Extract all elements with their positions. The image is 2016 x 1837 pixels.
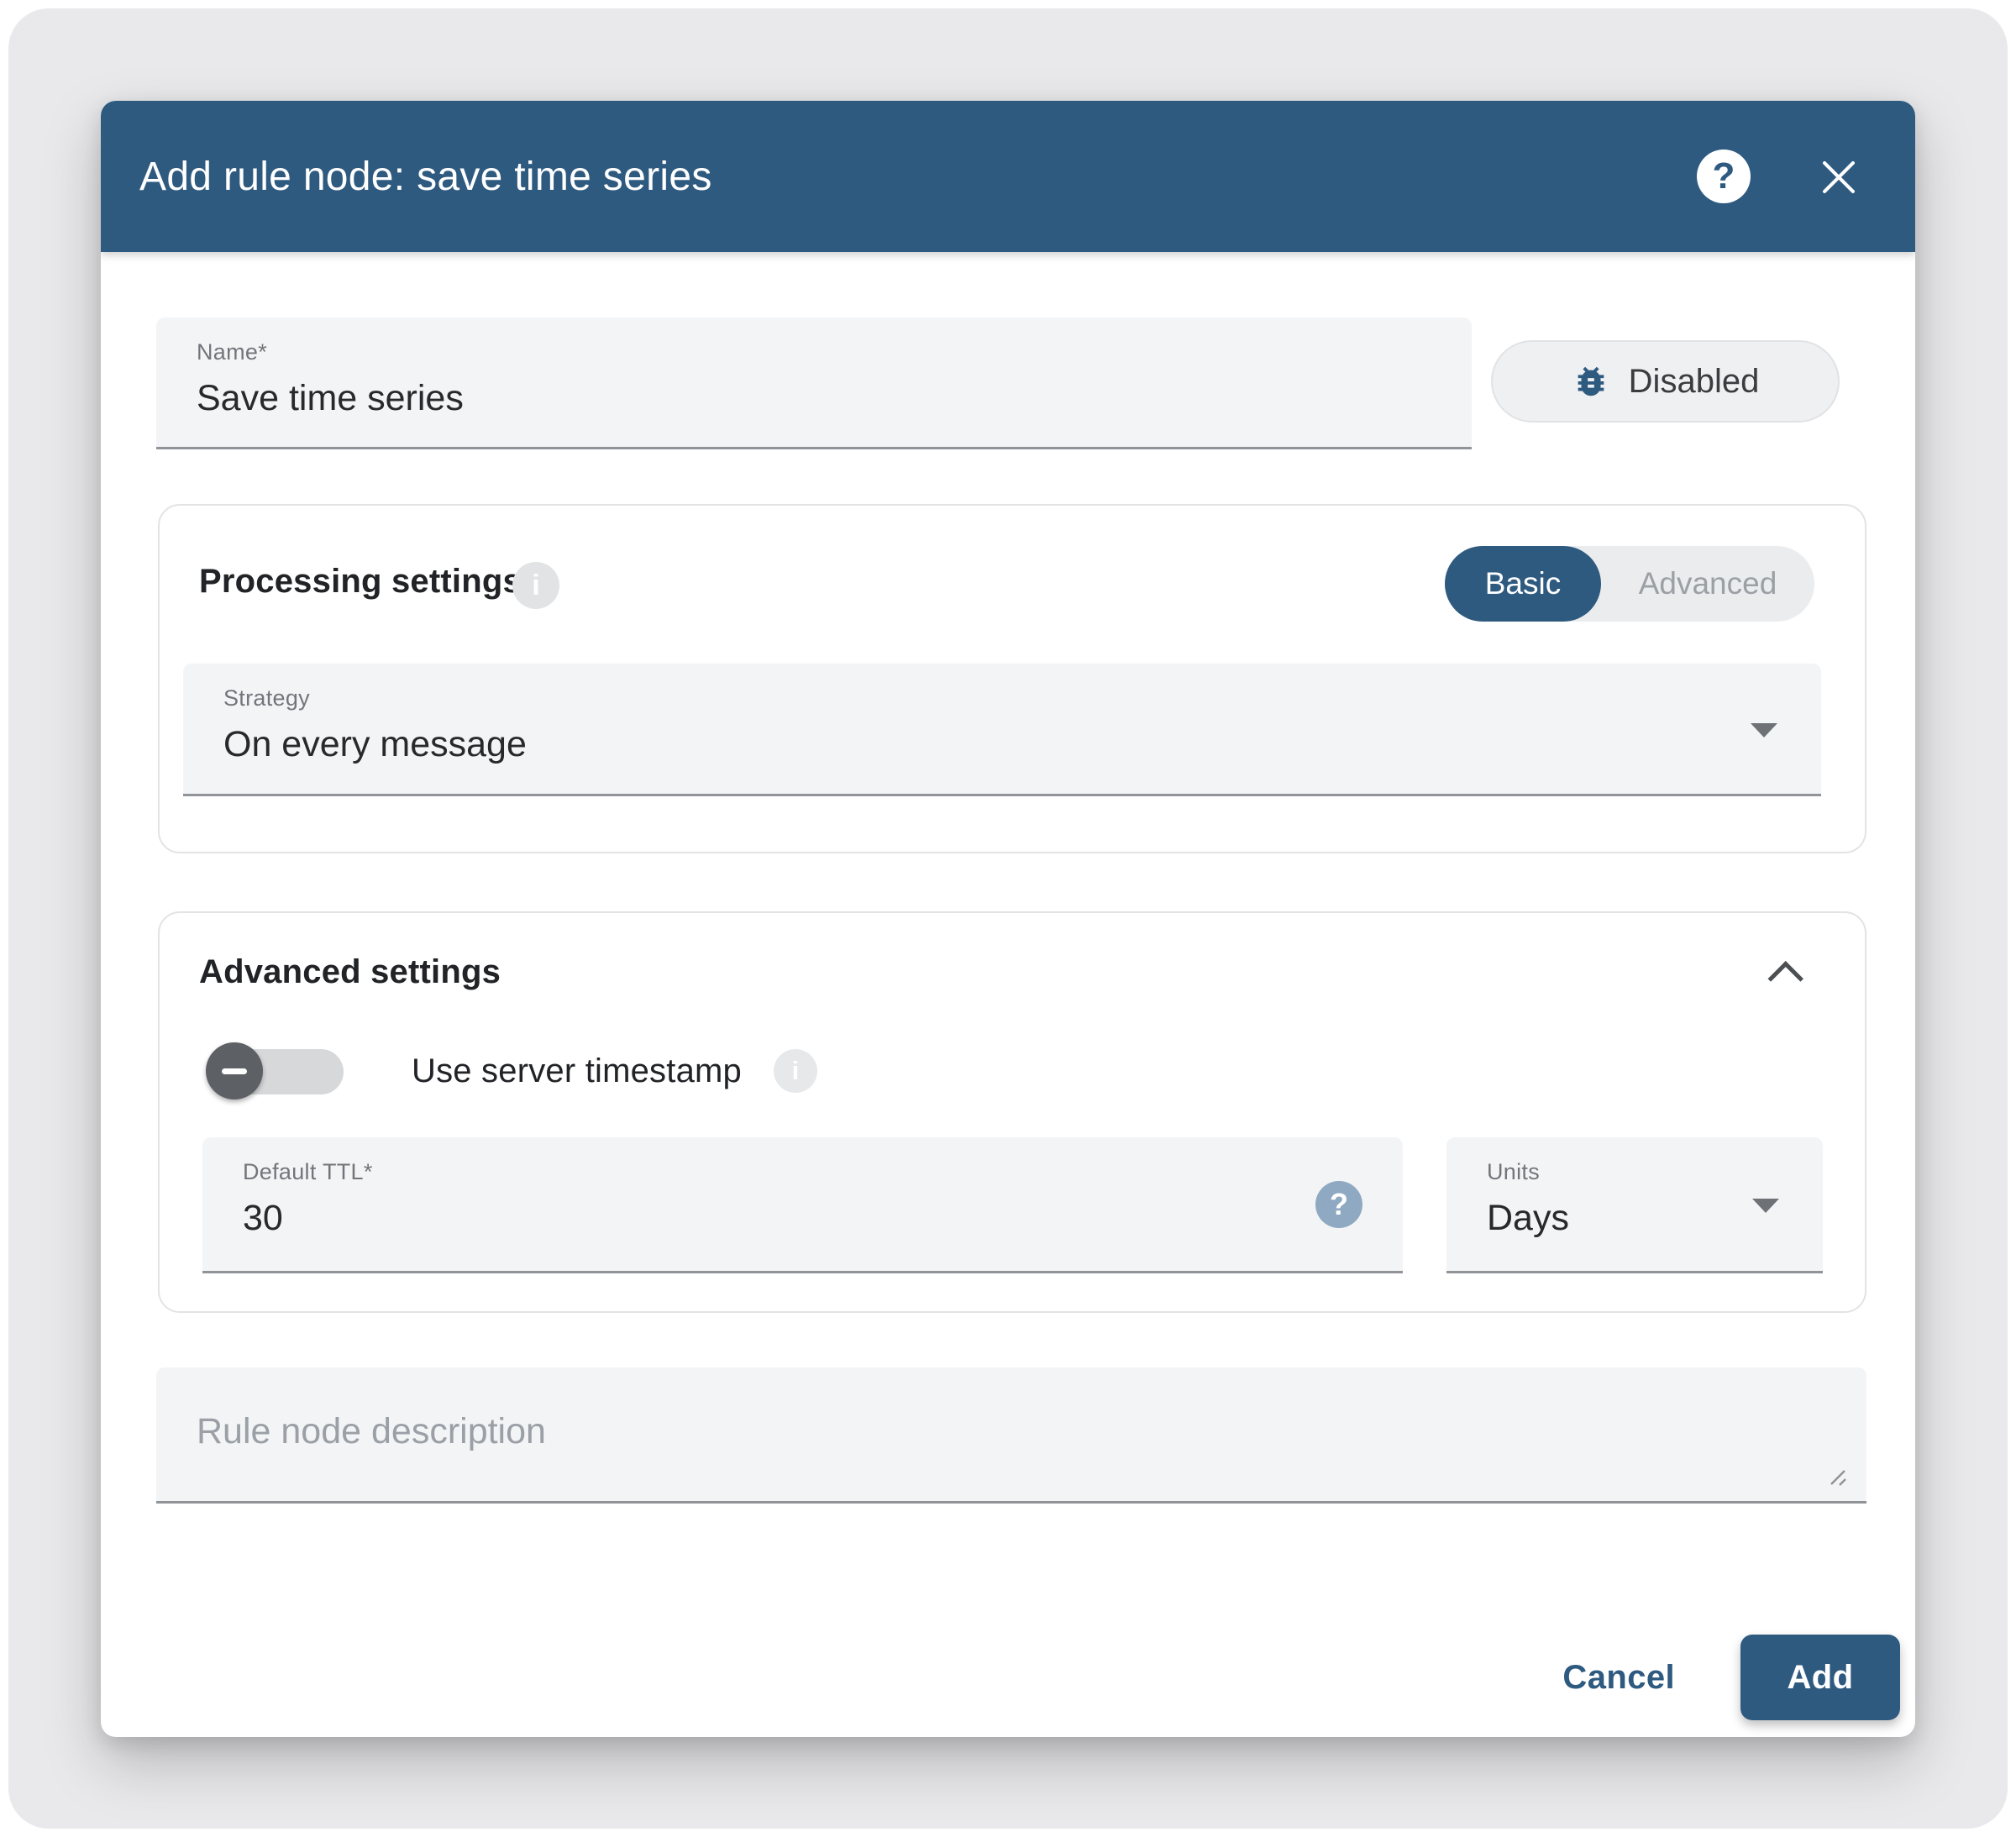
dialog-header: Add rule node: save time series ? <box>101 101 1915 252</box>
processing-settings-card: Processing settings i Basic Advanced Str… <box>158 504 1866 853</box>
name-input[interactable] <box>197 378 1184 419</box>
server-timestamp-row: Use server timestamp i <box>206 1039 817 1103</box>
dropdown-arrow-icon <box>1752 1199 1779 1213</box>
strategy-label: Strategy <box>223 685 310 711</box>
default-ttl-input[interactable] <box>243 1198 1143 1239</box>
name-field[interactable]: Name* <box>156 318 1472 449</box>
default-ttl-label: Default TTL* <box>243 1159 373 1185</box>
units-select[interactable]: Units Days <box>1446 1137 1823 1273</box>
collapse-section-button[interactable] <box>1766 957 1813 994</box>
add-rule-node-dialog: Add rule node: save time series ? Name* … <box>101 101 1915 1737</box>
debug-mode-label: Disabled <box>1629 363 1760 401</box>
close-icon[interactable] <box>1813 151 1865 203</box>
cancel-button[interactable]: Cancel <box>1539 1642 1698 1714</box>
info-glyph: i <box>532 569 539 602</box>
help-glyph: ? <box>1713 155 1735 197</box>
chevron-up-icon <box>1768 961 1803 996</box>
ttl-help-icon[interactable]: ? <box>1315 1181 1362 1228</box>
toggle-off-dash <box>222 1068 247 1074</box>
processing-mode-toggle: Basic Advanced <box>1445 546 1814 622</box>
dialog-footer: Cancel Add <box>1539 1635 1900 1720</box>
use-server-timestamp-label: Use server timestamp <box>412 1052 742 1090</box>
tab-basic[interactable]: Basic <box>1445 546 1601 622</box>
description-field[interactable] <box>156 1367 1866 1504</box>
dropdown-arrow-icon <box>1751 723 1777 737</box>
server-timestamp-info-icon[interactable]: i <box>774 1049 817 1093</box>
strategy-select[interactable]: Strategy On every message <box>183 664 1821 796</box>
info-glyph: i <box>792 1056 800 1086</box>
add-button[interactable]: Add <box>1740 1635 1900 1720</box>
help-icon[interactable]: ? <box>1697 150 1751 203</box>
units-label: Units <box>1487 1159 1540 1185</box>
bug-icon <box>1572 362 1610 401</box>
units-value: Days <box>1487 1198 1769 1239</box>
advanced-settings-card: Advanced settings Use server timestamp i… <box>158 911 1866 1313</box>
use-server-timestamp-toggle[interactable] <box>206 1039 349 1103</box>
description-textarea[interactable] <box>197 1411 1793 1478</box>
default-ttl-field[interactable]: Default TTL* ? <box>202 1137 1403 1273</box>
tab-advanced[interactable]: Advanced <box>1601 546 1814 622</box>
strategy-value: On every message <box>223 724 1452 765</box>
processing-info-icon[interactable]: i <box>512 562 559 609</box>
toggle-thumb <box>206 1042 263 1100</box>
processing-settings-title: Processing settings <box>199 563 522 601</box>
dialog-title: Add rule node: save time series <box>139 101 712 252</box>
advanced-settings-title: Advanced settings <box>199 953 501 991</box>
question-glyph: ? <box>1330 1187 1348 1222</box>
name-field-label: Name* <box>197 339 267 365</box>
debug-mode-button[interactable]: Disabled <box>1491 340 1840 423</box>
resize-handle-icon[interactable] <box>1824 1464 1848 1488</box>
